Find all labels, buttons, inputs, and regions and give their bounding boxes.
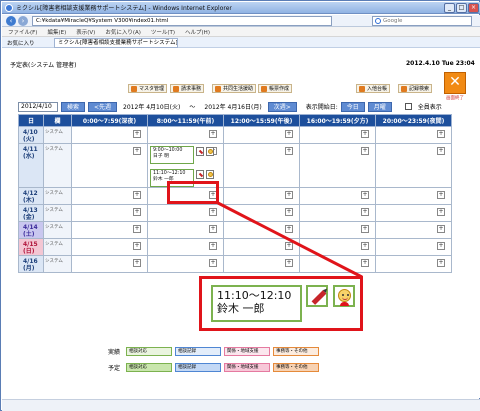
legend-swatch-blue: 相談記録 — [175, 346, 221, 356]
callout-event-time: 11:10〜12:10 — [217, 289, 292, 302]
legend-swatch-pink: 関係・地域支援 — [224, 346, 270, 356]
menu-file[interactable]: ファイル(F) — [8, 28, 37, 36]
menu-tools[interactable]: ツール(T) — [151, 28, 175, 36]
callout-person-button[interactable] — [333, 285, 355, 307]
legend-actual-label: 実績 — [107, 348, 120, 356]
zoom-callout: 11:10〜12:10 鈴木 一郎 — [199, 276, 363, 331]
page-content: 予定表(システム 管理者) 2012.4.10 Tue 23:04 ✕ 画面終了… — [2, 48, 480, 398]
callout-edit-button[interactable] — [306, 285, 328, 307]
legend-swatch-green: 相談対応 — [126, 346, 172, 356]
menu-edit[interactable]: 編集(E) — [47, 28, 66, 36]
window-title: ミクシル[障害者相談支援業務サポートシステム] - Windows Intern… — [16, 5, 232, 12]
legend: 実績 相談対応 相談記録 関係・地域支援 事務等・その他 予定 相談対応 相談記… — [98, 345, 322, 377]
address-bar-row: ‹ › C:¥kdata¥MiracleQ¥System V300¥index0… — [2, 15, 480, 27]
menu-help[interactable]: ヘルプ(H) — [185, 28, 210, 36]
legend-swatch-blue: 相談記録 — [175, 362, 221, 372]
legend-plan-row: 予定 相談対応 相談記録 関係・地域支援 事務等・その他 — [98, 361, 322, 373]
browser-window: ミクシル[障害者相談支援業務サポートシステム] - Windows Intern… — [0, 0, 480, 411]
google-icon — [375, 18, 381, 24]
menu-bar: ファイル(F) 編集(E) 表示(V) お気に入り(A) ツール(T) ヘルプ(… — [2, 27, 480, 37]
smile-face-icon — [338, 289, 351, 302]
title-bar: ミクシル[障害者相談支援業務サポートシステム] - Windows Intern… — [2, 2, 480, 14]
menu-view[interactable]: 表示(V) — [76, 28, 95, 36]
search-input[interactable]: Google — [372, 16, 472, 26]
ie-icon — [5, 4, 13, 12]
legend-actual-row: 実績 相談対応 相談記録 関係・地域支援 事務等・その他 — [98, 345, 322, 357]
legend-swatch-green: 相談対応 — [126, 362, 172, 372]
favorites-bar: お気に入り ミクシル[障害者相談支援業務サポートシステム] — [2, 37, 480, 48]
favorites-button[interactable]: お気に入り — [7, 39, 35, 47]
minimize-button[interactable]: _ — [444, 3, 455, 13]
maximize-button[interactable]: □ — [456, 3, 467, 13]
back-icon[interactable]: ‹ — [6, 16, 16, 26]
browser-tab[interactable]: ミクシル[障害者相談支援業務サポートシステム] — [54, 38, 178, 48]
forward-icon[interactable]: › — [18, 16, 28, 26]
person-body-icon — [340, 302, 349, 306]
callout-event: 11:10〜12:10 鈴木 一郎 — [211, 285, 302, 322]
search-placeholder: Google — [383, 18, 403, 24]
close-button[interactable]: × — [468, 3, 479, 13]
legend-plan-label: 予定 — [107, 364, 120, 372]
callout-event-name: 鈴木 一郎 — [217, 302, 265, 315]
menu-favorites[interactable]: お気に入り(A) — [105, 28, 141, 36]
connector-line — [217, 201, 363, 279]
legend-swatch-pink: 関係・地域支援 — [224, 362, 270, 372]
legend-swatch-orange: 事務等・その他 — [273, 346, 319, 356]
pencil-icon — [311, 290, 327, 305]
legend-swatch-orange: 事務等・その他 — [273, 362, 319, 372]
status-bar — [2, 399, 480, 411]
address-input[interactable]: C:¥kdata¥MiracleQ¥System V300¥index01.ht… — [32, 16, 332, 26]
